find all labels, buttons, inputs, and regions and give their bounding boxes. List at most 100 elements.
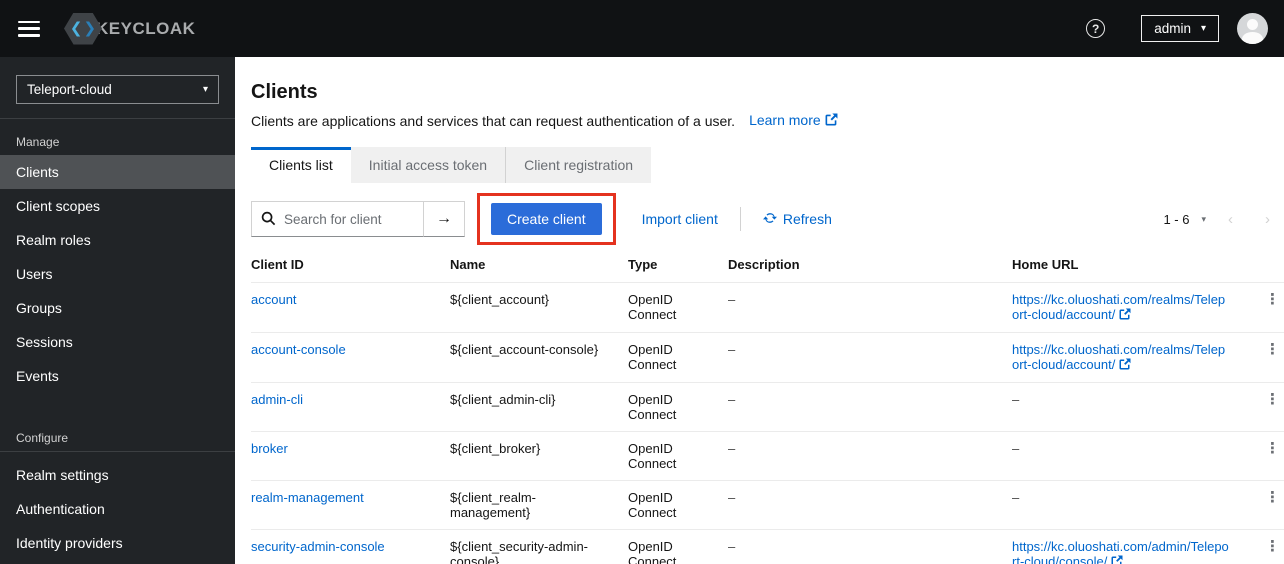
clients-table: Client ID Name Type Description Home URL… bbox=[251, 247, 1284, 564]
table-row: security-admin-console ${client_security… bbox=[251, 529, 1284, 564]
pagination-caret-icon[interactable]: ▾ bbox=[1201, 214, 1206, 225]
tab-bar: Clients list Initial access token Client… bbox=[251, 147, 1284, 183]
kebab-menu-icon[interactable]: ⋮ bbox=[1265, 291, 1280, 308]
external-link-icon bbox=[1111, 555, 1123, 564]
kebab-menu-icon[interactable]: ⋮ bbox=[1265, 489, 1280, 506]
keycloak-logo[interactable]: ❮ ❯ KEYCLOAK bbox=[64, 12, 196, 45]
search-submit-button[interactable]: → bbox=[423, 201, 465, 237]
external-link-icon bbox=[1119, 358, 1131, 373]
sidebar-item-groups[interactable]: Groups bbox=[0, 291, 235, 325]
user-menu-dropdown[interactable]: admin ▾ bbox=[1141, 15, 1219, 42]
pagination-range: 1 - 6 bbox=[1163, 211, 1190, 227]
create-client-button[interactable]: Create client bbox=[491, 203, 602, 235]
client-type: OpenID Connect bbox=[628, 431, 728, 481]
tab-initial-access-token[interactable]: Initial access token bbox=[350, 147, 507, 183]
kebab-menu-icon[interactable]: ⋮ bbox=[1265, 391, 1280, 408]
external-link-icon bbox=[825, 113, 838, 129]
client-id-link[interactable]: account-console bbox=[251, 342, 346, 357]
sidebar: Teleport-cloud ▾ Manage Clients Client s… bbox=[0, 57, 235, 564]
col-name: Name bbox=[450, 247, 628, 283]
main-content: Clients Clients are applications and ser… bbox=[235, 57, 1284, 564]
sidebar-divider bbox=[0, 451, 235, 452]
client-type: OpenID Connect bbox=[628, 529, 728, 564]
toolbar-divider bbox=[739, 207, 741, 231]
hamburger-menu-icon[interactable] bbox=[18, 20, 40, 37]
table-row: realm-management ${client_realm-manageme… bbox=[251, 480, 1284, 530]
home-url-link[interactable]: https://kc.oluoshati.com/realms/Teleport… bbox=[1012, 342, 1225, 372]
refresh-icon bbox=[762, 211, 777, 228]
sidebar-item-events[interactable]: Events bbox=[0, 359, 235, 393]
col-actions bbox=[1244, 247, 1284, 283]
client-description: – bbox=[728, 529, 1012, 564]
search-input[interactable] bbox=[252, 211, 423, 227]
table-toolbar: → Create client Import client Refresh 1 … bbox=[251, 193, 1284, 245]
kebab-menu-icon[interactable]: ⋮ bbox=[1265, 538, 1280, 555]
client-description: – bbox=[728, 431, 1012, 481]
page-description: Clients are applications and services th… bbox=[251, 112, 736, 129]
sidebar-item-realm-settings[interactable]: Realm settings bbox=[0, 458, 235, 492]
logo-chevron-left: ❮ bbox=[69, 20, 83, 37]
section-title-manage: Manage bbox=[16, 135, 60, 149]
pagination-top: 1 - 6 ▾ ‹ › bbox=[1163, 211, 1284, 228]
home-url-empty: – bbox=[1012, 431, 1244, 481]
table-row: account ${client_account} OpenID Connect… bbox=[251, 282, 1284, 333]
table-row: broker ${client_broker} OpenID Connect –… bbox=[251, 431, 1284, 481]
col-client-id: Client ID bbox=[251, 247, 450, 283]
keycloak-logo-icon: ❮ ❯ bbox=[64, 12, 102, 45]
tab-clients-list[interactable]: Clients list bbox=[251, 147, 351, 183]
refresh-link[interactable]: Refresh bbox=[762, 211, 832, 228]
client-name: ${client_admin-cli} bbox=[450, 382, 628, 432]
home-url-empty: – bbox=[1012, 480, 1244, 530]
sidebar-item-clients[interactable]: Clients bbox=[0, 155, 235, 189]
realm-selector[interactable]: Teleport-cloud ▾ bbox=[16, 75, 219, 104]
client-description: – bbox=[728, 282, 1012, 333]
annotation-highlight-box: Create client bbox=[477, 193, 616, 245]
client-id-link[interactable]: broker bbox=[251, 441, 288, 456]
client-name: ${client_security-admin-console} bbox=[450, 529, 628, 564]
kebab-menu-icon[interactable]: ⋮ bbox=[1265, 440, 1280, 457]
sidebar-item-client-scopes[interactable]: Client scopes bbox=[0, 189, 235, 223]
user-menu-label: admin bbox=[1154, 21, 1191, 36]
col-description: Description bbox=[728, 247, 1012, 283]
client-description: – bbox=[728, 332, 1012, 383]
client-type: OpenID Connect bbox=[628, 332, 728, 383]
client-id-link[interactable]: realm-management bbox=[251, 490, 364, 505]
client-type: OpenID Connect bbox=[628, 282, 728, 333]
client-description: – bbox=[728, 480, 1012, 530]
realm-selector-label: Teleport-cloud bbox=[27, 82, 112, 97]
client-name: ${client_realm-management} bbox=[450, 480, 628, 530]
client-id-link[interactable]: admin-cli bbox=[251, 392, 303, 407]
masthead: ❮ ❯ KEYCLOAK ? admin ▾ bbox=[0, 0, 1284, 57]
brand-text: KEYCLOAK bbox=[96, 18, 196, 38]
help-icon[interactable]: ? bbox=[1086, 19, 1106, 38]
external-link-icon bbox=[1119, 308, 1131, 323]
client-type: OpenID Connect bbox=[628, 480, 728, 530]
col-home-url: Home URL bbox=[1012, 247, 1244, 283]
logo-chevron-right: ❯ bbox=[83, 20, 97, 37]
home-url-empty: – bbox=[1012, 382, 1244, 432]
section-title-configure: Configure bbox=[16, 431, 69, 445]
tab-client-registration[interactable]: Client registration bbox=[506, 147, 652, 183]
page-title: Clients bbox=[251, 81, 318, 103]
client-type: OpenID Connect bbox=[628, 382, 728, 432]
avatar[interactable] bbox=[1237, 13, 1268, 44]
learn-more-link[interactable]: Learn more bbox=[749, 112, 838, 129]
import-client-link[interactable]: Import client bbox=[642, 211, 718, 227]
home-url-link[interactable]: https://kc.oluoshati.com/realms/Teleport… bbox=[1012, 292, 1225, 322]
client-id-link[interactable]: account bbox=[251, 292, 297, 307]
pagination-prev-icon[interactable]: ‹ bbox=[1214, 211, 1247, 228]
table-header-row: Client ID Name Type Description Home URL bbox=[251, 247, 1284, 283]
col-type: Type bbox=[628, 247, 728, 283]
sidebar-item-identity-providers[interactable]: Identity providers bbox=[0, 526, 235, 560]
sidebar-item-authentication[interactable]: Authentication bbox=[0, 492, 235, 526]
client-id-link[interactable]: security-admin-console bbox=[251, 539, 385, 554]
sidebar-item-users[interactable]: Users bbox=[0, 257, 235, 291]
client-name: ${client_account} bbox=[450, 282, 628, 333]
search-icon bbox=[261, 211, 276, 231]
home-url-link[interactable]: https://kc.oluoshati.com/admin/Teleport-… bbox=[1012, 539, 1229, 564]
sidebar-item-sessions[interactable]: Sessions bbox=[0, 325, 235, 359]
kebab-menu-icon[interactable]: ⋮ bbox=[1265, 341, 1280, 358]
sidebar-item-realm-roles[interactable]: Realm roles bbox=[0, 223, 235, 257]
table-row: admin-cli ${client_admin-cli} OpenID Con… bbox=[251, 382, 1284, 432]
pagination-next-icon[interactable]: › bbox=[1251, 211, 1284, 228]
